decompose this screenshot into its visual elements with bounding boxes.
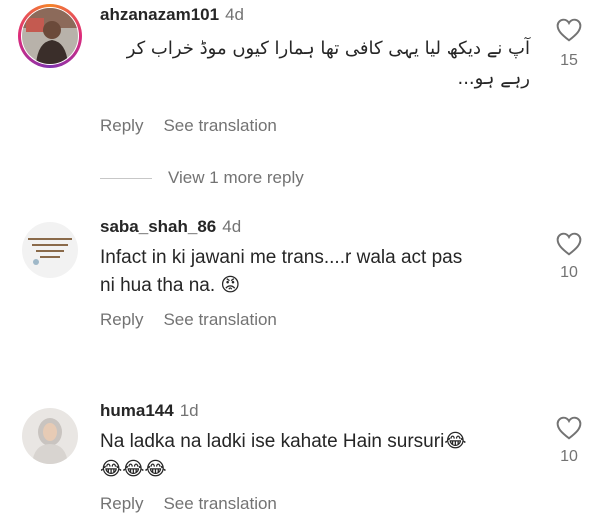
comment-text: Infact in ki jawani me trans....r wala a… (100, 244, 530, 300)
comment-age: 1d (179, 401, 199, 420)
reply-button[interactable]: Reply (100, 116, 143, 135)
comment-text-line: رہے ہو... (457, 68, 530, 89)
comment-text: Na ladka na ladki ise kahate Hain sursur… (100, 428, 530, 484)
comment-username[interactable]: saba_shah_86 (100, 217, 216, 236)
view-replies-label[interactable]: View 1 more reply (168, 168, 304, 187)
avatar[interactable] (22, 408, 78, 464)
comment-text: آپ نے دیکھ لیا یہی کافی تھا ہمارا کیوں م… (100, 34, 530, 94)
comment: saba_shah_86 4d Infact in ki jawani me tr… (0, 212, 616, 342)
view-more-replies-button[interactable]: View 1 more reply (100, 168, 304, 190)
comment-age: 4d (222, 217, 242, 236)
like-count: 10 (560, 448, 578, 465)
comment-username[interactable]: huma144 (100, 401, 174, 420)
divider-line (100, 178, 152, 180)
comment-text-line: 😂😂😂 (100, 459, 167, 480)
profile-photo-woman-icon (22, 408, 78, 464)
see-translation-button[interactable]: See translation (163, 116, 276, 135)
heart-icon[interactable] (556, 232, 582, 256)
profile-photo-man-icon (22, 8, 78, 64)
avatar[interactable] (22, 8, 78, 64)
comment: ahzanazam101 4d آپ نے دیکھ لیا یہی کافی ت… (0, 0, 616, 150)
see-translation-button[interactable]: See translation (163, 494, 276, 513)
comment-text-line: آپ نے دیکھ لیا یہی کافی تھا ہمارا کیوں م… (126, 38, 530, 59)
avatar[interactable] (22, 222, 78, 278)
heart-icon[interactable] (556, 18, 582, 42)
comment-text-line: Na ladka na ladki ise kahate Hain sursur… (100, 431, 467, 452)
comment-age: 4d (225, 5, 244, 24)
comment: huma144 1d Na ladka na ladki ise kahate H… (0, 396, 616, 520)
comment-text-line: Infact in ki jawani me trans....r wala a… (100, 247, 463, 268)
comment-username[interactable]: ahzanazam101 (100, 5, 219, 24)
like-count: 10 (560, 264, 578, 281)
reply-button[interactable]: Reply (100, 310, 143, 329)
profile-photo-quote-icon (22, 222, 78, 278)
reply-button[interactable]: Reply (100, 494, 143, 513)
like-count: 15 (560, 52, 578, 69)
heart-icon[interactable] (556, 416, 582, 440)
see-translation-button[interactable]: See translation (163, 310, 276, 329)
comment-text-line: ni hua tha na. 😡 (100, 275, 241, 296)
